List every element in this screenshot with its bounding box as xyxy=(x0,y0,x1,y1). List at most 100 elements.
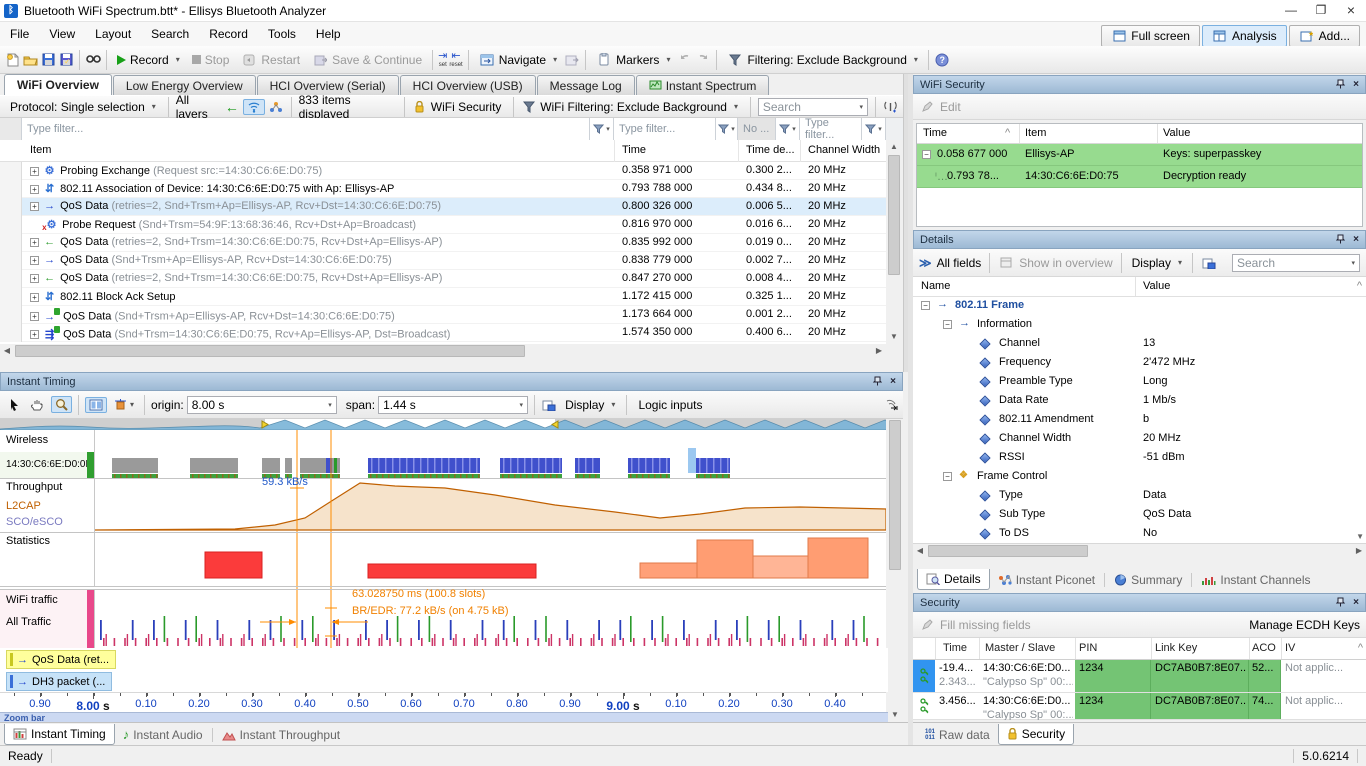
goto-end-icon[interactable] xyxy=(883,397,899,413)
col-time[interactable]: Time xyxy=(622,144,646,156)
origin-input[interactable]: 8.00 s▾ xyxy=(187,396,337,414)
expand-icon[interactable]: + xyxy=(30,202,39,211)
stop-button[interactable]: Stop xyxy=(187,51,235,69)
menu-search[interactable]: Search xyxy=(141,22,199,46)
pin-icon[interactable] xyxy=(873,376,882,387)
security-scroll-up-icon[interactable]: ^ xyxy=(1358,642,1363,654)
table-hscrollbar[interactable]: ◀ ▶ xyxy=(0,344,886,359)
navigate-next-icon[interactable] xyxy=(564,52,580,68)
security-row[interactable]: 3.456...14:30:C6:6E:D0..."Calypso Sp" 00… xyxy=(913,693,1366,720)
antenna-icon[interactable] xyxy=(883,99,898,115)
wifi-security-button[interactable]: WiFi Security xyxy=(431,98,507,116)
time-filter-funnel[interactable] xyxy=(716,118,738,140)
zoom-tool-icon[interactable] xyxy=(51,396,72,413)
details-scroll-up-icon[interactable]: ^ xyxy=(1357,280,1362,292)
expand-icon[interactable]: + xyxy=(30,256,39,265)
ws-col-value[interactable]: Value xyxy=(1163,127,1190,139)
menu-tools[interactable]: Tools xyxy=(258,22,306,46)
expand-icon[interactable]: + xyxy=(30,185,39,194)
collapse-icon[interactable]: − xyxy=(943,472,952,481)
pin-icon[interactable] xyxy=(1336,597,1345,608)
details-tree-row[interactable]: Preamble TypeLong xyxy=(913,373,1366,392)
tab-instant-audio[interactable]: ♪Instant Audio xyxy=(115,725,211,745)
analysis-button[interactable]: Analysis xyxy=(1202,25,1287,47)
maximize-button[interactable]: ❐ xyxy=(1306,1,1336,21)
table-row[interactable]: + ← QoS Data (retries=2, Snd+Trsm=14:30:… xyxy=(0,270,886,288)
delta-filter-funnel[interactable] xyxy=(776,118,800,140)
pin-icon[interactable] xyxy=(1336,234,1345,245)
display-save-icon[interactable] xyxy=(541,397,557,413)
menu-record[interactable]: Record xyxy=(199,22,258,46)
table-row[interactable]: + ⇵ 802.11 Block Ack Setup1.172 415 0000… xyxy=(0,288,886,306)
full-screen-button[interactable]: Full screen xyxy=(1101,25,1200,47)
record-button[interactable]: Record xyxy=(112,51,185,69)
all-traffic-label[interactable]: All Traffic xyxy=(6,616,51,628)
table-row[interactable]: + ⇵ 802.11 Association of Device: 14:30:… xyxy=(0,180,886,198)
markers-button[interactable]: Markers xyxy=(591,50,675,70)
expand-icon[interactable]: + xyxy=(30,167,39,176)
expand-icon[interactable]: + xyxy=(30,312,39,321)
tab-raw-data[interactable]: 101011Raw data xyxy=(917,725,998,745)
zoom-bar-label[interactable]: Zoom bar xyxy=(0,712,903,722)
details-tree-row[interactable]: Channel13 xyxy=(913,335,1366,354)
width-filter-input[interactable]: Type filter... xyxy=(800,118,862,140)
details-tree-row[interactable]: −❖Frame Control xyxy=(913,468,1366,487)
item-filter-input[interactable]: Type filter... xyxy=(22,118,590,140)
l2cap-label[interactable]: L2CAP xyxy=(6,500,41,512)
navigate-button[interactable]: Navigate xyxy=(474,50,562,70)
close-panel-icon[interactable]: × xyxy=(1353,79,1359,90)
details-col-value[interactable]: Value xyxy=(1143,280,1170,292)
pin-icon[interactable] xyxy=(1336,79,1345,90)
details-tree-row[interactable]: Frequency2'472 MHz xyxy=(913,354,1366,373)
fill-missing-fields-button[interactable]: Fill missing fields xyxy=(940,618,1031,632)
col-channel-width[interactable]: Channel Width xyxy=(808,144,880,156)
tab-instant-channels[interactable]: Instant Channels xyxy=(1193,570,1318,590)
sec-col-master-slave[interactable]: Master / Slave xyxy=(985,642,1055,654)
ws-col-item[interactable]: Item xyxy=(1025,127,1046,139)
tab-wifi-overview[interactable]: WiFi Overview xyxy=(4,74,112,95)
span-input[interactable]: 1.44 s▾ xyxy=(378,396,528,414)
close-button[interactable]: × xyxy=(1336,1,1366,21)
details-tree-row[interactable]: To DSNo xyxy=(913,525,1366,544)
packet-label-dh3[interactable]: →DH3 packet (... xyxy=(6,672,112,691)
width-filter-funnel[interactable] xyxy=(862,118,886,140)
trigger-set-icon[interactable]: ⇥set xyxy=(438,51,447,68)
table-row[interactable]: + → QoS Data (retries=2, Snd+Trsm+Ap=Ell… xyxy=(0,198,886,216)
tab-security[interactable]: Security xyxy=(998,724,1074,745)
details-tree-row[interactable]: RSSI-51 dBm xyxy=(913,449,1366,468)
protocol-select[interactable]: Protocol: Single selection xyxy=(5,98,161,116)
find-icon[interactable] xyxy=(85,52,101,68)
all-fields-button[interactable]: All fields xyxy=(937,256,982,270)
select-tool-icon[interactable] xyxy=(4,396,24,413)
marker-add-icon[interactable] xyxy=(110,396,138,413)
add-layout-button[interactable]: ★Add... xyxy=(1289,25,1360,47)
previous-marker-icon[interactable] xyxy=(677,52,693,68)
wifi-security-row[interactable]: −0.058 677 000Ellisys-APKeys: superpassk… xyxy=(917,144,1362,166)
sec-col-aco[interactable]: ACO xyxy=(1252,642,1276,654)
collapse-icon[interactable]: − xyxy=(921,301,930,310)
details-save-icon[interactable] xyxy=(1201,255,1217,271)
table-row[interactable]: + → QoS Data (Snd+Trsm+Ap=Ellisys-AP, Rc… xyxy=(0,306,886,324)
table-row[interactable]: + → QoS Data (Snd+Trsm+Ap=Ellisys-AP, Rc… xyxy=(0,252,886,270)
it-display-button[interactable]: Display xyxy=(560,396,620,414)
security-row[interactable]: -19.4...2.343...14:30:C6:6E:D0..."Calyps… xyxy=(913,660,1366,693)
next-marker-icon[interactable] xyxy=(695,52,711,68)
minimize-button[interactable]: — xyxy=(1276,1,1306,21)
filtering-button[interactable]: Filtering: Exclude Background xyxy=(722,50,922,70)
save-all-icon[interactable]: ✓ xyxy=(58,52,74,68)
collapse-icon[interactable]: − xyxy=(943,320,952,329)
menu-help[interactable]: Help xyxy=(306,22,351,46)
timing-vscrollbar[interactable]: ▼ xyxy=(888,419,903,722)
sec-col-link-key[interactable]: Link Key xyxy=(1155,642,1197,654)
close-panel-icon[interactable]: × xyxy=(1353,234,1359,245)
menu-file[interactable]: File xyxy=(0,22,39,46)
details-search-input[interactable]: Search▾ xyxy=(1232,254,1360,272)
manage-ecdh-keys-button[interactable]: Manage ECDH Keys xyxy=(1249,618,1360,632)
collapse-icon[interactable]: − xyxy=(922,150,931,159)
sec-col-time[interactable]: Time xyxy=(943,642,967,654)
tab-instant-piconet[interactable]: Instant Piconet xyxy=(990,570,1103,590)
restart-button[interactable]: Restart xyxy=(236,50,305,70)
expand-icon[interactable]: + xyxy=(30,330,39,339)
edit-button[interactable]: Edit xyxy=(940,100,961,114)
table-row[interactable]: + ⚙ Probing Exchange (Request src:=14:30… xyxy=(0,162,886,180)
